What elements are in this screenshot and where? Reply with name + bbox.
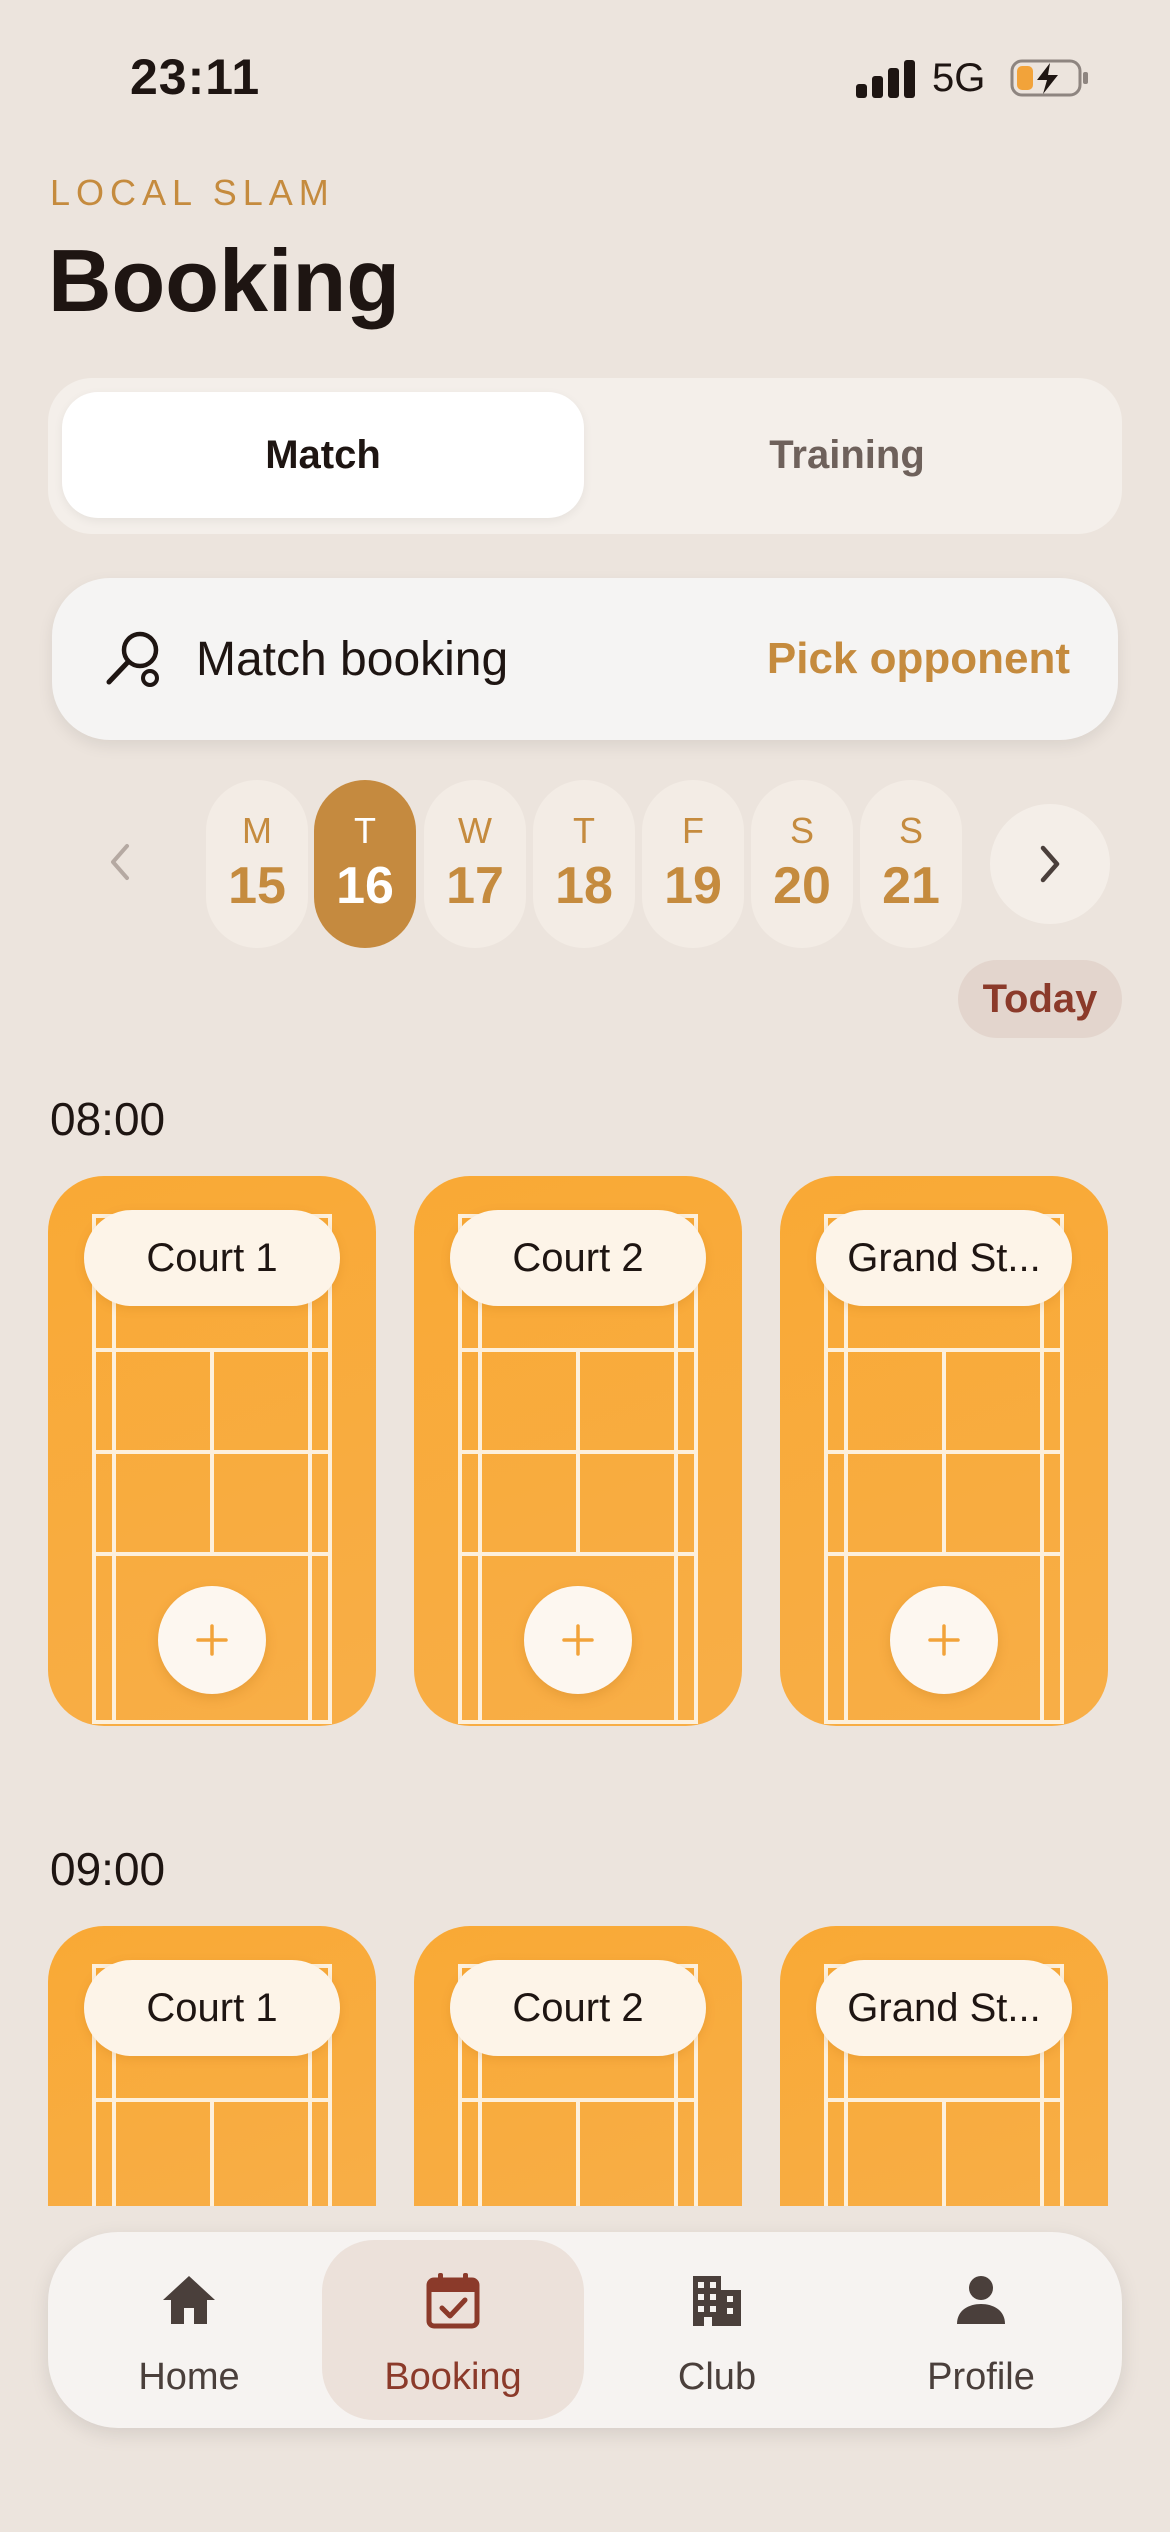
day-of-week: F [682,810,704,851]
next-week-button[interactable] [990,804,1110,924]
add-booking-button[interactable] [158,1586,266,1694]
day-of-week: M [242,810,272,851]
day-of-week: T [573,810,595,851]
date-mon-15[interactable]: M 15 [206,780,308,948]
nav-item-profile[interactable]: Profile [850,2240,1112,2420]
date-thu-18[interactable]: T 18 [533,780,635,948]
day-of-week: S [789,810,814,851]
court-card-court-1-0900[interactable]: Court 1 [48,1926,376,2206]
chevron-left-icon [111,844,129,880]
nav-label: Home [138,2356,240,2398]
mode-segmented-control: Match Training [48,378,1122,534]
home-icon [163,2276,215,2324]
status-time: 23:11 [130,49,261,105]
court-card-grand-stand-0900[interactable]: Grand St... [780,1926,1108,2206]
signal-icon [856,58,916,98]
day-number: 19 [664,857,722,915]
status-bar: 23:11 5G [0,0,1170,150]
brand-label: LOCAL SLAM [50,172,335,213]
court-card-court-1-0800[interactable]: Court 1 [48,1176,376,1726]
network-label: 5G [932,56,986,100]
date-wed-17[interactable]: W 17 [424,780,526,948]
chevron-right-icon [1040,845,1060,883]
pick-opponent-link[interactable]: Pick opponent [767,634,1070,684]
building-icon [693,2276,741,2326]
date-tue-16-selected[interactable]: T 16 [314,780,416,948]
court-name-chip: Court 1 [84,1210,340,1306]
court-name-chip: Grand St... [816,1210,1072,1306]
nav-item-booking[interactable]: Booking [322,2240,584,2420]
person-icon [957,2276,1005,2324]
slot-time-label: 08:00 [50,1093,166,1145]
court-card-grand-stand-0800[interactable]: Grand St... [780,1176,1108,1726]
battery-charging-icon [1010,59,1088,97]
nav-label: Club [677,2356,757,2398]
date-sat-20[interactable]: S 20 [751,780,853,948]
date-fri-19[interactable]: F 19 [642,780,744,948]
nav-label: Profile [927,2356,1035,2398]
racket-icon [106,631,159,687]
add-booking-button[interactable] [524,1586,632,1694]
tab-match[interactable]: Match [62,392,584,518]
day-number: 16 [336,857,394,915]
court-card-court-2-0900[interactable]: Court 2 [414,1926,742,2206]
day-of-week: T [354,810,376,851]
add-booking-button[interactable] [890,1586,998,1694]
day-number: 15 [228,857,286,915]
today-button[interactable]: Today [958,960,1122,1038]
prev-week-button[interactable] [90,822,150,902]
court-name-chip: Court 2 [450,1210,706,1306]
match-booking-bar[interactable]: Match booking Pick opponent [52,578,1118,740]
nav-label: Booking [384,2356,522,2398]
nav-item-club[interactable]: Club [586,2240,848,2420]
plus-icon [928,1624,960,1656]
calendar-check-icon [426,2273,480,2329]
day-number: 17 [446,857,504,915]
court-card-court-2-0800[interactable]: Court 2 [414,1176,742,1726]
court-name-chip: Court 1 [84,1960,340,2056]
day-number: 21 [882,857,940,915]
plus-icon [196,1624,228,1656]
day-of-week: W [458,810,492,851]
date-sun-21[interactable]: S 21 [860,780,962,948]
slot-time-label: 09:00 [50,1843,166,1895]
match-booking-label: Match booking [196,633,509,686]
tab-training[interactable]: Training [586,392,1108,518]
page-title: Booking [48,231,400,330]
plus-icon [562,1624,594,1656]
court-name-chip: Grand St... [816,1960,1072,2056]
day-number: 18 [555,857,613,915]
nav-item-home[interactable]: Home [58,2240,320,2420]
bottom-nav: Home Booking Club Profile [48,2232,1122,2428]
day-of-week: S [898,810,923,851]
day-number: 20 [773,857,831,915]
court-name-chip: Court 2 [450,1960,706,2056]
